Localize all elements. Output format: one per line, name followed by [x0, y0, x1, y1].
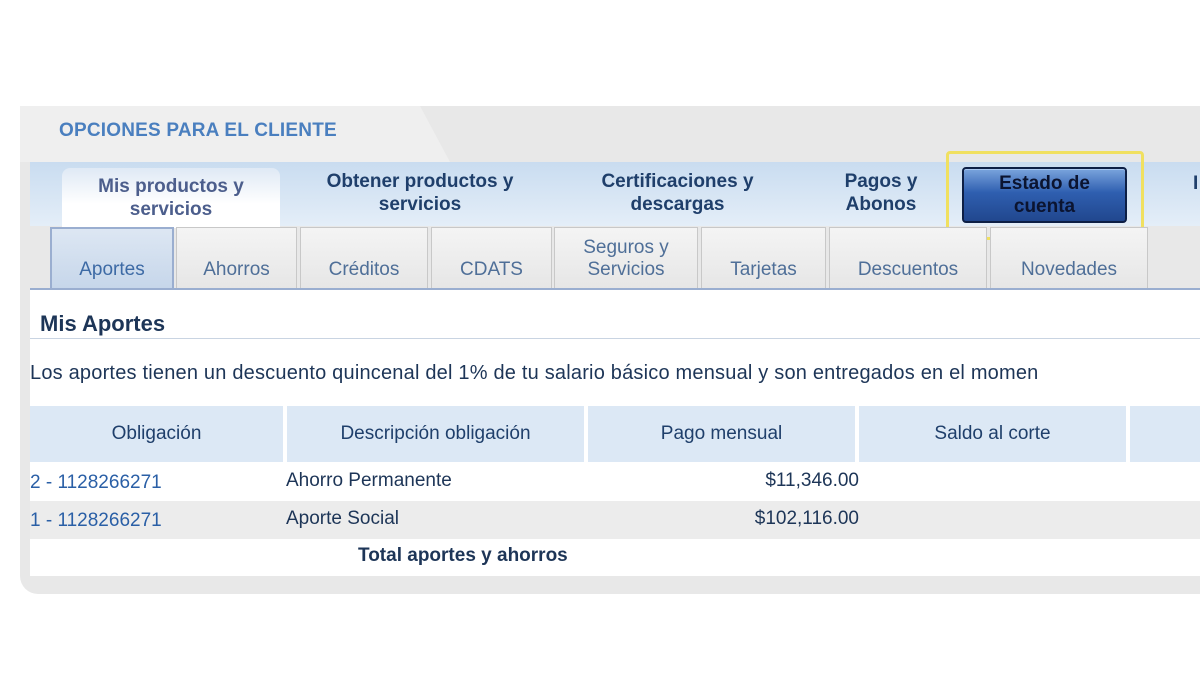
nav-tab-label: Mis productos y: [98, 176, 244, 197]
nav-tab-obtener-productos[interactable]: Obtener productos y servicios: [300, 162, 540, 224]
column-header-extra: [1130, 406, 1200, 462]
descripcion-cell: Ahorro Permanente: [286, 470, 452, 491]
nav-tab-label: servicios: [129, 199, 213, 220]
subtab-label: Novedades: [1020, 259, 1118, 280]
pago-cell: $102,116.00: [754, 508, 859, 529]
subtab-label: Descuentos: [857, 259, 959, 280]
descripcion-cell: Aporte Social: [286, 508, 400, 529]
table-row: 2 - 1128266271 Ahorro Permanente $11,346…: [30, 463, 1200, 501]
nav-tab-certificaciones[interactable]: Certificaciones y descargas: [570, 162, 785, 224]
nav-tab-pagos-abonos[interactable]: Pagos y Abonos: [822, 162, 940, 224]
subtab-descuentos[interactable]: Descuentos: [829, 227, 987, 289]
nav-tab-label: Pagos y: [844, 171, 918, 192]
subtab-label: Aportes: [79, 259, 145, 280]
nav-tab-label: descargas: [630, 194, 725, 215]
subtab-label: Seguros y: [583, 237, 669, 258]
column-header-obligacion: Obligación: [30, 406, 283, 462]
subtab-label: Tarjetas: [730, 259, 797, 280]
subtab-cdats[interactable]: CDATS: [431, 227, 552, 289]
section-title: Mis Aportes: [40, 311, 166, 336]
total-label: Total aportes y ahorros: [358, 545, 568, 566]
section-divider: [30, 338, 1200, 339]
subtab-label: CDATS: [460, 259, 523, 280]
table-row: 1 - 1128266271 Aporte Social $102,116.00: [30, 501, 1200, 539]
column-header-descripcion: Descripción obligación: [287, 406, 584, 462]
subtab-aportes[interactable]: Aportes: [50, 227, 174, 289]
subtab-creditos[interactable]: Créditos: [300, 227, 428, 289]
subtab-seguros-servicios[interactable]: Seguros y Servicios: [554, 227, 698, 289]
subtab-ahorros[interactable]: Ahorros: [176, 227, 297, 289]
subtab-label: Créditos: [328, 259, 400, 280]
column-header-pago-mensual: Pago mensual: [588, 406, 855, 462]
page-title: OPCIONES PARA EL CLIENTE: [59, 120, 337, 141]
pago-cell: $11,346.00: [765, 470, 859, 491]
column-header-saldo-corte: Saldo al corte: [859, 406, 1126, 462]
obligacion-link[interactable]: 1 - 1128266271: [30, 510, 162, 532]
description-text: Los aportes tienen un descuento quincena…: [30, 362, 1039, 384]
nav-tab-label: Obtener productos y: [326, 171, 514, 192]
nav-tab-label: Certificaciones y: [601, 171, 754, 192]
nav-tab-truncated[interactable]: I: [1193, 173, 1198, 195]
nav-tab-label: Abonos: [845, 194, 917, 215]
subtab-novedades[interactable]: Novedades: [990, 227, 1148, 289]
nav-tab-mis-productos[interactable]: Mis productos y servicios: [62, 168, 280, 228]
nav-tab-label: servicios: [378, 194, 462, 215]
subtab-label: Servicios: [587, 259, 665, 280]
subtab-tarjetas[interactable]: Tarjetas: [701, 227, 826, 289]
obligacion-link[interactable]: 2 - 1128266271: [30, 472, 162, 494]
subtab-label: Ahorros: [203, 259, 270, 280]
